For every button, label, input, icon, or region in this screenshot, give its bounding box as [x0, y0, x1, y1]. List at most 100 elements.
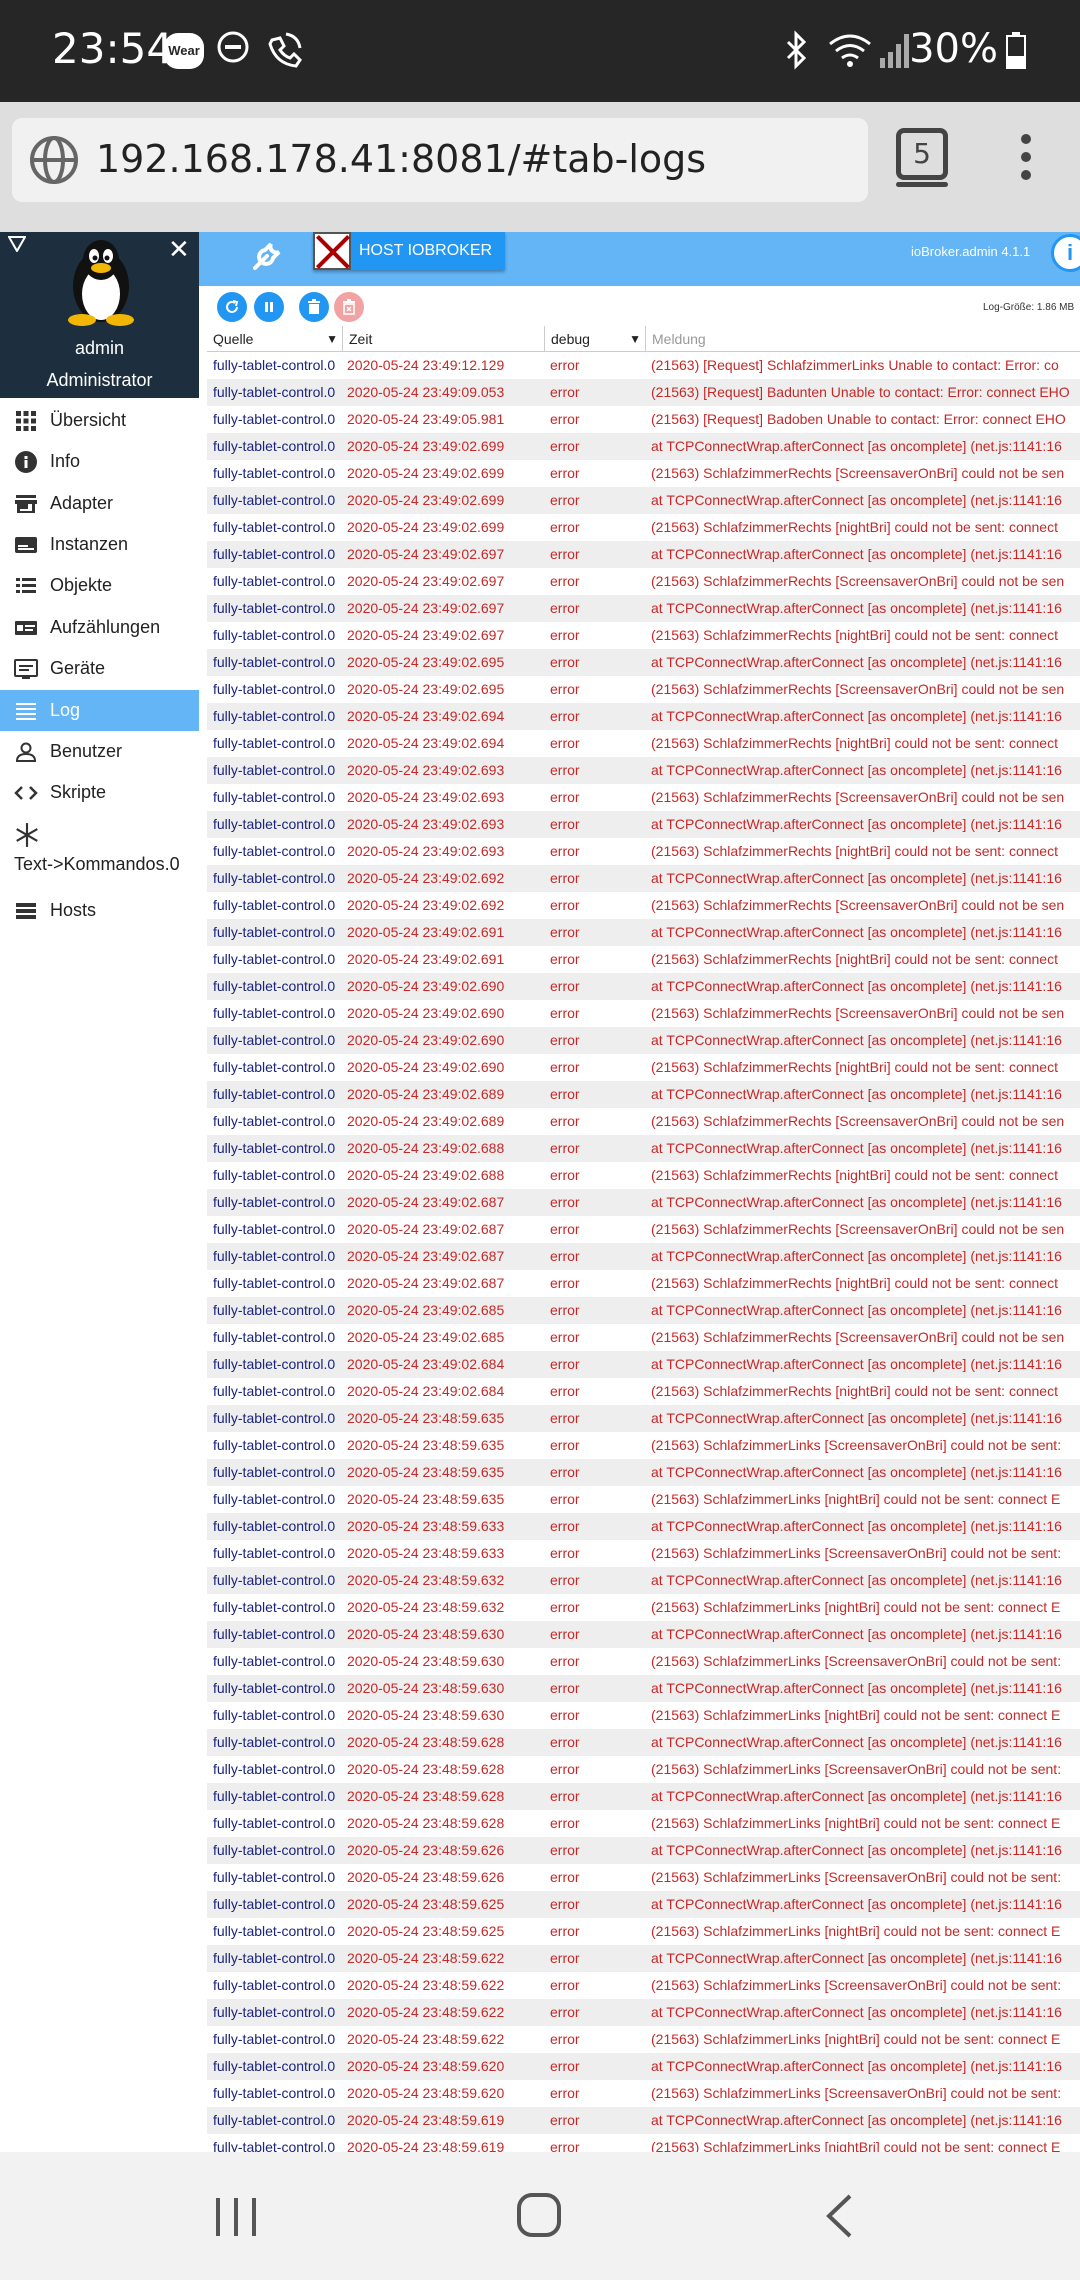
table-row[interactable]: fully-tablet-control.0 2020-05-24 23:48:5…	[207, 2080, 1080, 2107]
table-row[interactable]: fully-tablet-control.0 2020-05-24 23:48:5…	[207, 1837, 1080, 1864]
table-row[interactable]: fully-tablet-control.0 2020-05-24 23:49:0…	[207, 1081, 1080, 1108]
table-row[interactable]: fully-tablet-control.0 2020-05-24 23:48:5…	[207, 1594, 1080, 1621]
table-row[interactable]: fully-tablet-control.0 2020-05-24 23:49:0…	[207, 541, 1080, 568]
table-row[interactable]: fully-tablet-control.0 2020-05-24 23:48:5…	[207, 1432, 1080, 1459]
table-row[interactable]: fully-tablet-control.0 2020-05-24 23:49:0…	[207, 1378, 1080, 1405]
table-row[interactable]: fully-tablet-control.0 2020-05-24 23:48:5…	[207, 1999, 1080, 2026]
sidebar-item-geraete[interactable]: Geräte	[0, 648, 199, 689]
table-row[interactable]: fully-tablet-control.0 2020-05-24 23:49:0…	[207, 433, 1080, 460]
table-row[interactable]: fully-tablet-control.0 2020-05-24 23:49:0…	[207, 487, 1080, 514]
table-row[interactable]: fully-tablet-control.0 2020-05-24 23:49:0…	[207, 892, 1080, 919]
table-row[interactable]: fully-tablet-control.0 2020-05-24 23:48:5…	[207, 1783, 1080, 1810]
table-row[interactable]: fully-tablet-control.0 2020-05-24 23:48:5…	[207, 1891, 1080, 1918]
table-row[interactable]: fully-tablet-control.0 2020-05-24 23:48:5…	[207, 2026, 1080, 2053]
table-row[interactable]: fully-tablet-control.0 2020-05-24 23:48:5…	[207, 1729, 1080, 1756]
table-row[interactable]: fully-tablet-control.0 2020-05-24 23:49:0…	[207, 1270, 1080, 1297]
table-row[interactable]: fully-tablet-control.0 2020-05-24 23:48:5…	[207, 1648, 1080, 1675]
collapse-triangle-icon[interactable]	[8, 236, 26, 252]
table-row[interactable]: fully-tablet-control.0 2020-05-24 23:49:0…	[207, 1216, 1080, 1243]
table-row[interactable]: fully-tablet-control.0 2020-05-24 23:49:0…	[207, 649, 1080, 676]
sidebar-item-benutzer[interactable]: Benutzer	[0, 731, 199, 772]
table-row[interactable]: fully-tablet-control.0 2020-05-24 23:49:0…	[207, 946, 1080, 973]
clear-button[interactable]	[299, 292, 329, 322]
table-row[interactable]: fully-tablet-control.0 2020-05-24 23:49:0…	[207, 757, 1080, 784]
table-row[interactable]: fully-tablet-control.0 2020-05-24 23:49:0…	[207, 1297, 1080, 1324]
table-row[interactable]: fully-tablet-control.0 2020-05-24 23:49:0…	[207, 676, 1080, 703]
table-row[interactable]: fully-tablet-control.0 2020-05-24 23:48:5…	[207, 2107, 1080, 2134]
host-button[interactable]: HOST IOBROKER	[313, 232, 505, 270]
sidebar-item-label: Log	[50, 700, 81, 720]
wrench-icon[interactable]	[251, 240, 283, 272]
sidebar-item-adapter[interactable]: Adapter	[0, 483, 199, 524]
browser-menu-icon[interactable]	[1016, 134, 1036, 186]
table-row[interactable]: fully-tablet-control.0 2020-05-24 23:48:5…	[207, 1540, 1080, 1567]
table-row[interactable]: fully-tablet-control.0 2020-05-24 23:48:5…	[207, 1621, 1080, 1648]
table-row[interactable]: fully-tablet-control.0 2020-05-24 23:49:1…	[207, 352, 1080, 379]
message-filter-input[interactable]: Meldung	[646, 326, 1080, 352]
table-row[interactable]: fully-tablet-control.0 2020-05-24 23:48:5…	[207, 1486, 1080, 1513]
table-row[interactable]: fully-tablet-control.0 2020-05-24 23:49:0…	[207, 1324, 1080, 1351]
table-row[interactable]: fully-tablet-control.0 2020-05-24 23:49:0…	[207, 568, 1080, 595]
table-row[interactable]: fully-tablet-control.0 2020-05-24 23:48:5…	[207, 2053, 1080, 2080]
table-row[interactable]: fully-tablet-control.0 2020-05-24 23:48:5…	[207, 1567, 1080, 1594]
table-row[interactable]: fully-tablet-control.0 2020-05-24 23:49:0…	[207, 784, 1080, 811]
table-row[interactable]: fully-tablet-control.0 2020-05-24 23:49:0…	[207, 460, 1080, 487]
table-row[interactable]: fully-tablet-control.0 2020-05-24 23:49:0…	[207, 1189, 1080, 1216]
table-row[interactable]: fully-tablet-control.0 2020-05-24 23:48:5…	[207, 1513, 1080, 1540]
table-row[interactable]: fully-tablet-control.0 2020-05-24 23:49:0…	[207, 1000, 1080, 1027]
sidebar-item-log[interactable]: Log	[0, 690, 199, 731]
sidebar-item-text-kommandos[interactable]: Text->Kommandos.0	[0, 822, 199, 882]
table-row[interactable]: fully-tablet-control.0 2020-05-24 23:49:0…	[207, 703, 1080, 730]
table-row[interactable]: fully-tablet-control.0 2020-05-24 23:49:0…	[207, 973, 1080, 1000]
sidebar-item-uebersicht[interactable]: Übersicht	[0, 400, 199, 441]
table-row[interactable]: fully-tablet-control.0 2020-05-24 23:49:0…	[207, 622, 1080, 649]
table-row[interactable]: fully-tablet-control.0 2020-05-24 23:49:0…	[207, 919, 1080, 946]
table-row[interactable]: fully-tablet-control.0 2020-05-24 23:49:0…	[207, 865, 1080, 892]
table-row[interactable]: fully-tablet-control.0 2020-05-24 23:49:0…	[207, 1108, 1080, 1135]
info-circle-icon[interactable]: i	[1051, 234, 1080, 272]
sidebar-item-info[interactable]: Info	[0, 441, 199, 482]
table-row[interactable]: fully-tablet-control.0 2020-05-24 23:48:5…	[207, 1918, 1080, 1945]
table-row[interactable]: fully-tablet-control.0 2020-05-24 23:48:5…	[207, 2134, 1080, 2152]
sidebar-item-hosts[interactable]: Hosts	[0, 890, 199, 931]
pause-button[interactable]	[254, 292, 284, 322]
tab-switcher-button[interactable]: 5	[896, 128, 948, 187]
refresh-button[interactable]	[217, 292, 247, 322]
table-row[interactable]: fully-tablet-control.0 2020-05-24 23:48:5…	[207, 1459, 1080, 1486]
table-row[interactable]: fully-tablet-control.0 2020-05-24 23:48:5…	[207, 1405, 1080, 1432]
table-row[interactable]: fully-tablet-control.0 2020-05-24 23:48:5…	[207, 1702, 1080, 1729]
sidebar-item-objekte[interactable]: Objekte	[0, 565, 199, 606]
table-row[interactable]: fully-tablet-control.0 2020-05-24 23:49:0…	[207, 838, 1080, 865]
back-icon[interactable]	[824, 2194, 854, 2238]
sidebar-item-instanzen[interactable]: Instanzen	[0, 524, 199, 565]
row-source: fully-tablet-control.0	[213, 1302, 336, 1318]
delete-file-button[interactable]	[334, 292, 364, 322]
close-icon[interactable]: ✕	[168, 234, 190, 265]
sidebar-item-skripte[interactable]: Skripte	[0, 772, 199, 813]
address-bar[interactable]: 192.168.178.41:8081/#tab-logs	[12, 118, 868, 202]
table-row[interactable]: fully-tablet-control.0 2020-05-24 23:48:5…	[207, 1756, 1080, 1783]
table-row[interactable]: fully-tablet-control.0 2020-05-24 23:49:0…	[207, 1027, 1080, 1054]
table-row[interactable]: fully-tablet-control.0 2020-05-24 23:48:5…	[207, 1864, 1080, 1891]
table-row[interactable]: fully-tablet-control.0 2020-05-24 23:49:0…	[207, 811, 1080, 838]
table-row[interactable]: fully-tablet-control.0 2020-05-24 23:48:5…	[207, 1675, 1080, 1702]
table-row[interactable]: fully-tablet-control.0 2020-05-24 23:49:0…	[207, 1243, 1080, 1270]
table-row[interactable]: fully-tablet-control.0 2020-05-24 23:49:0…	[207, 730, 1080, 757]
table-row[interactable]: fully-tablet-control.0 2020-05-24 23:49:0…	[207, 406, 1080, 433]
sidebar-item-aufzaehlungen[interactable]: Aufzählungen	[0, 607, 199, 648]
table-row[interactable]: fully-tablet-control.0 2020-05-24 23:49:0…	[207, 379, 1080, 406]
table-row[interactable]: fully-tablet-control.0 2020-05-24 23:48:5…	[207, 1972, 1080, 1999]
source-filter-select[interactable]: Quelle ▼	[207, 326, 343, 352]
table-row[interactable]: fully-tablet-control.0 2020-05-24 23:48:5…	[207, 1810, 1080, 1837]
table-row[interactable]: fully-tablet-control.0 2020-05-24 23:48:5…	[207, 1945, 1080, 1972]
url-text[interactable]: 192.168.178.41:8081/#tab-logs	[96, 137, 706, 181]
table-row[interactable]: fully-tablet-control.0 2020-05-24 23:49:0…	[207, 1162, 1080, 1189]
recent-apps-icon[interactable]	[214, 2196, 258, 2238]
home-icon[interactable]	[516, 2192, 562, 2238]
table-row[interactable]: fully-tablet-control.0 2020-05-24 23:49:0…	[207, 595, 1080, 622]
severity-filter-select[interactable]: debug ▼	[545, 326, 646, 352]
table-row[interactable]: fully-tablet-control.0 2020-05-24 23:49:0…	[207, 1054, 1080, 1081]
table-row[interactable]: fully-tablet-control.0 2020-05-24 23:49:0…	[207, 514, 1080, 541]
table-row[interactable]: fully-tablet-control.0 2020-05-24 23:49:0…	[207, 1351, 1080, 1378]
table-row[interactable]: fully-tablet-control.0 2020-05-24 23:49:0…	[207, 1135, 1080, 1162]
